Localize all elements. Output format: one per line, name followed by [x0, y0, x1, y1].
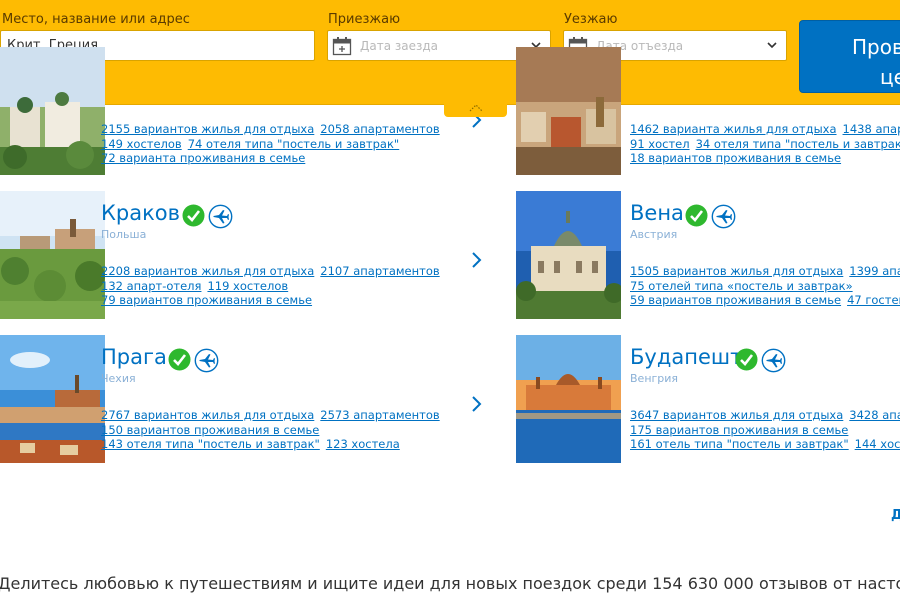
stat-link[interactable]: 1399 апартам [849, 264, 900, 278]
country-name: Чехия [101, 372, 136, 385]
accommodation-stats: 1505 вариантов жилья для отдыха 1399 апар… [630, 264, 900, 308]
badge-icons [168, 348, 219, 373]
destination-info: Прага Чехия 2767 вариантов жилья для отд… [101, 335, 461, 463]
stat-link[interactable]: 1505 вариантов жилья для отдыха [630, 264, 843, 278]
destination-card[interactable]: 1462 варианта жилья для отдыха 1438 апарт… [516, 47, 900, 175]
destination-photo [516, 335, 621, 463]
flight-icon [208, 204, 233, 229]
stat-link[interactable]: 18 вариантов проживания в семье [630, 151, 841, 165]
flight-icon [194, 348, 219, 373]
city-name[interactable]: Будапешт [630, 345, 742, 369]
stat-link[interactable]: 2155 вариантов жилья для отдыха [101, 122, 314, 136]
collapse-icon [469, 103, 482, 111]
stat-link[interactable]: 34 отеля типа "постель и завтрак" [696, 137, 900, 151]
checkin-label: Приезжаю [328, 12, 401, 27]
city-name[interactable]: Вена [630, 201, 684, 225]
destination-photo [516, 191, 621, 319]
destination-photo [0, 47, 105, 175]
city-name[interactable]: Прага [101, 345, 167, 369]
stat-link[interactable]: 132 апарт-отеля [101, 279, 201, 293]
verified-check-icon [182, 204, 205, 227]
stat-link[interactable]: 3647 вариантов жилья для отдыха [630, 408, 843, 422]
stat-link[interactable]: 2767 вариантов жилья для отдыха [101, 408, 314, 422]
destination-info: 2155 вариантов жилья для отдыха 2058 апар… [101, 47, 461, 175]
destination-card[interactable]: 2155 вариантов жилья для отдыха 2058 апар… [0, 47, 500, 175]
destination-info: 1462 варианта жилья для отдыха 1438 апарт… [630, 47, 900, 175]
flight-icon [761, 348, 786, 373]
stat-link[interactable]: 123 хостела [326, 437, 400, 451]
stat-link[interactable]: 2573 апартаментов [320, 408, 439, 422]
destination-card-budapest[interactable]: Будапешт Венгрия 3647 вариантов жилья дл… [516, 335, 900, 463]
stat-link[interactable]: 79 вариантов проживания в семье [101, 293, 312, 307]
stat-link[interactable]: 2058 апартаментов [320, 122, 439, 136]
destination-photo [516, 47, 621, 175]
stat-link[interactable]: 119 хостелов [207, 279, 288, 293]
accommodation-stats: 3647 вариантов жилья для отдыха 3428 апар… [630, 408, 900, 452]
accommodation-stats: 2208 вариантов жилья для отдыха 2107 апар… [101, 264, 446, 308]
country-name: Венгрия [630, 372, 679, 385]
stat-link[interactable]: 143 отеля типа "постель и завтрак" [101, 437, 320, 451]
destination-label: Место, название или адрес [2, 12, 190, 27]
stat-link[interactable]: 72 варианта проживания в семье [101, 151, 305, 165]
stat-link[interactable]: 91 хостел [630, 137, 690, 151]
chevron-right-icon[interactable] [470, 395, 482, 413]
stat-link[interactable]: 47 гостевых [847, 293, 900, 307]
accommodation-stats: 2155 вариантов жилья для отдыха 2058 апар… [101, 122, 446, 166]
stat-link[interactable]: 1438 апартам [843, 122, 900, 136]
accommodation-stats: 2767 вариантов жилья для отдыха 2573 апар… [101, 408, 446, 452]
stat-link[interactable]: 59 вариантов проживания в семье [630, 293, 841, 307]
stat-link[interactable]: 3428 апартам [849, 408, 900, 422]
destination-info: Краков Польша 2208 вариантов жилья для о… [101, 191, 461, 319]
stat-link[interactable]: 74 отеля типа "постель и завтрак" [188, 137, 400, 151]
flight-icon [711, 204, 736, 229]
destination-info: Будапешт Венгрия 3647 вариантов жилья дл… [630, 335, 900, 463]
destination-info: Вена Австрия 1505 вариантов жилья для от… [630, 191, 900, 319]
verified-check-icon [168, 348, 191, 371]
destination-photo [0, 335, 105, 463]
destination-photo [0, 191, 105, 319]
checkout-label: Уезжаю [564, 12, 618, 27]
verified-check-icon [685, 204, 708, 227]
destination-card-vienna[interactable]: Вена Австрия 1505 вариантов жилья для от… [516, 191, 900, 319]
country-name: Австрия [630, 228, 678, 241]
verified-check-icon [735, 348, 758, 371]
stat-link[interactable]: 150 вариантов проживания в семье [101, 423, 319, 437]
city-name[interactable]: Краков [101, 201, 180, 225]
stat-link[interactable]: 2208 вариантов жилья для отдыха [101, 264, 314, 278]
badge-icons [685, 204, 736, 229]
stat-link[interactable]: 75 отелей типа «постель и завтрак» [630, 279, 853, 293]
destination-card-prague[interactable]: Прага Чехия 2767 вариантов жилья для отд… [0, 335, 500, 463]
accommodation-stats: 1462 варианта жилья для отдыха 1438 апарт… [630, 122, 900, 166]
destination-card-krakow[interactable]: Краков Польша 2208 вариантов жилья для о… [0, 191, 500, 319]
stat-link[interactable]: 175 вариантов проживания в семье [630, 423, 848, 437]
more-destinations-link[interactable]: Д [891, 508, 900, 523]
country-name: Польша [101, 228, 147, 241]
stat-link[interactable]: 1462 варианта жилья для отдыха [630, 122, 837, 136]
badge-icons [735, 348, 786, 373]
stat-link[interactable]: 144 хостела [855, 437, 900, 451]
collapse-search-toggle[interactable] [444, 98, 507, 117]
reviews-promo-text: Делитесь любовью к путешествиям и ищите … [0, 574, 900, 593]
stat-link[interactable]: 149 хостелов [101, 137, 182, 151]
stat-link[interactable]: 2107 апартаментов [320, 264, 439, 278]
chevron-right-icon[interactable] [470, 251, 482, 269]
badge-icons [182, 204, 233, 229]
stat-link[interactable]: 161 отель типа "постель и завтрак" [630, 437, 849, 451]
